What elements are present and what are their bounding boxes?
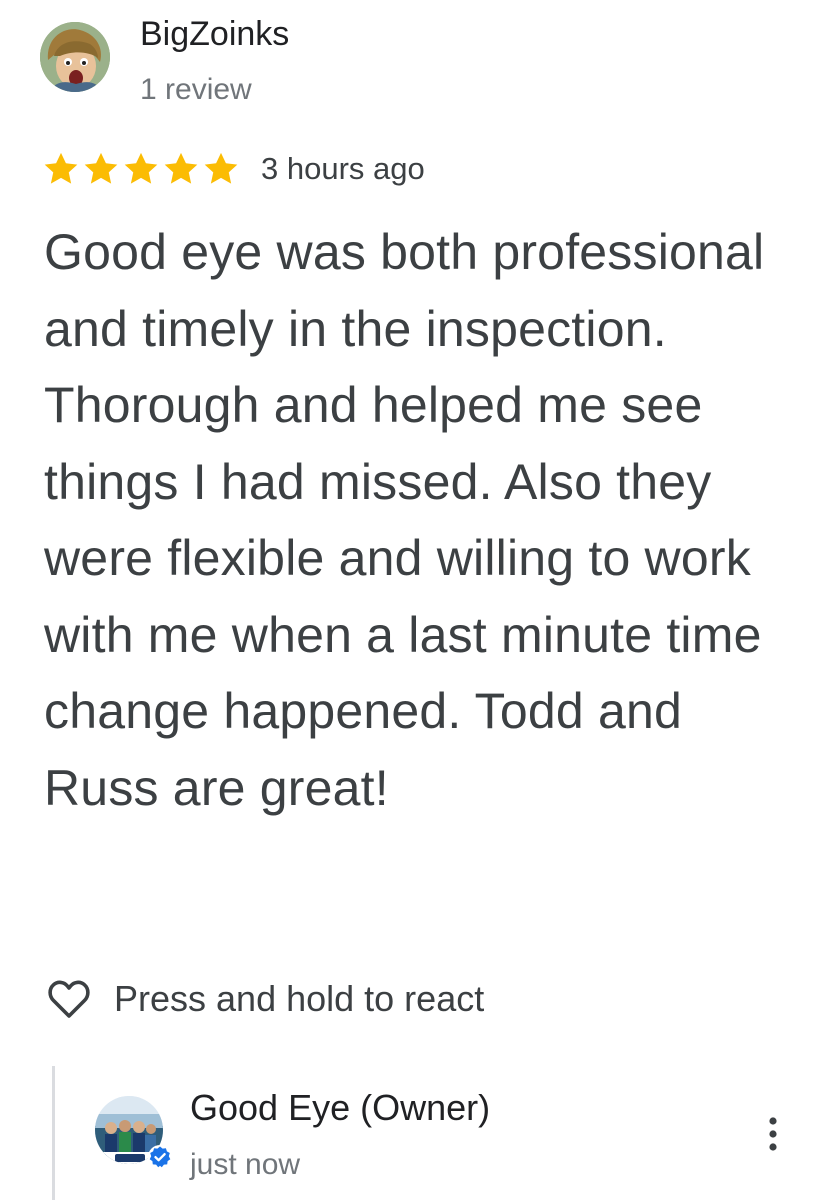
reviewer-review-count: 1 review [140, 73, 252, 106]
reviewer-name[interactable]: BigZoinks [140, 14, 289, 54]
react-button[interactable]: Press and hold to react [44, 973, 484, 1025]
heart-outline-icon [48, 980, 90, 1018]
star-icon [164, 152, 198, 184]
cartoon-avatar-icon [40, 22, 110, 92]
review-time: 3 hours ago [261, 151, 425, 186]
reply-time: just now [190, 1148, 301, 1181]
star-icon [124, 152, 158, 184]
react-label: Press and hold to react [114, 978, 485, 1019]
star-rating [42, 146, 240, 192]
owner-name[interactable]: Good Eye (Owner) [190, 1086, 490, 1130]
reviewer-avatar[interactable] [40, 22, 110, 92]
verified-badge-icon [148, 1145, 172, 1169]
review-card: BigZoinks 1 review 3 hours ago Good eye … [0, 0, 830, 1200]
owner-reply: Good Eye (Owner) just now [52, 1066, 830, 1200]
star-icon [44, 152, 78, 184]
more-vert-icon [769, 1117, 777, 1151]
more-options-button[interactable] [755, 1106, 791, 1162]
star-icon [84, 152, 118, 184]
star-icon [204, 152, 238, 184]
review-body: Good eye was both professional and timel… [44, 224, 765, 816]
